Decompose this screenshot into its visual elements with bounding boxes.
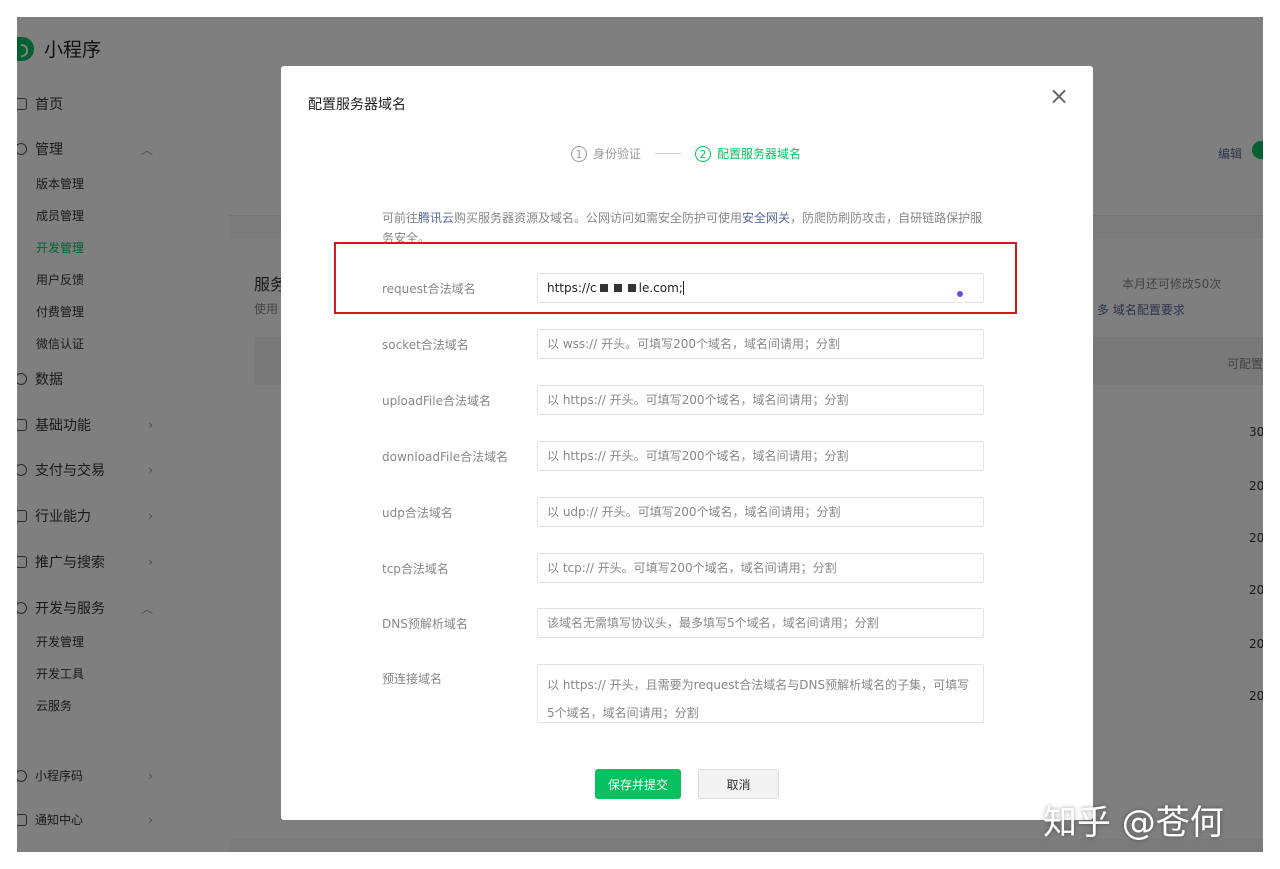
server-domain-dialog: 配置服务器域名 × 1 身份验证 2 配置服务器域名 可前往腾讯云购买服务器资源… [281, 66, 1093, 820]
preconnect-domain-input[interactable] [537, 664, 984, 723]
upload-domain-label: uploadFile合法域名 [382, 393, 491, 408]
tcp-domain-label: tcp合法域名 [382, 561, 449, 576]
tcp-domain-input[interactable] [537, 553, 984, 583]
socket-domain-row: socket合法域名 [382, 329, 984, 359]
step-divider [655, 153, 682, 154]
dns-domain-row: DNS预解析域名 [382, 608, 984, 638]
upload-domain-row: uploadFile合法域名 [382, 385, 984, 415]
step-identity: 1 身份验证 [571, 145, 641, 162]
step-label: 身份验证 [593, 147, 642, 161]
udp-domain-input[interactable] [537, 497, 984, 527]
annotation-highlight-box [334, 242, 1017, 314]
cancel-button[interactable]: 取消 [698, 769, 779, 799]
tencent-cloud-link[interactable]: 腾讯云 [418, 211, 454, 225]
download-domain-input[interactable] [537, 441, 984, 471]
save-submit-button[interactable]: 保存并提交 [595, 769, 681, 799]
dns-domain-input[interactable] [537, 608, 984, 638]
security-gateway-link[interactable]: 安全网关 [742, 211, 790, 225]
step-indicator: 1 身份验证 2 配置服务器域名 [571, 145, 801, 162]
watermark: 知乎 @苍何 [1043, 803, 1224, 843]
step-number: 2 [695, 145, 712, 162]
dns-domain-label: DNS预解析域名 [382, 616, 468, 631]
udp-domain-label: udp合法域名 [382, 505, 453, 520]
dialog-title: 配置服务器域名 [308, 97, 406, 113]
step-configure-domain: 2 配置服务器域名 [695, 145, 801, 162]
step-number: 1 [571, 145, 587, 162]
upload-domain-input[interactable] [537, 385, 984, 415]
notice-mid: 购买服务器资源及域名。公网访问如需安全防护可使用 [454, 211, 743, 225]
socket-domain-label: socket合法域名 [382, 337, 469, 352]
close-icon[interactable]: × [1049, 84, 1069, 108]
preconnect-domain-row: 预连接域名 [382, 664, 984, 723]
download-domain-row: downloadFile合法域名 [382, 441, 984, 471]
step-label: 配置服务器域名 [717, 147, 802, 161]
udp-domain-row: udp合法域名 [382, 497, 984, 527]
socket-domain-input[interactable] [537, 329, 984, 359]
download-domain-label: downloadFile合法域名 [382, 449, 509, 464]
tcp-domain-row: tcp合法域名 [382, 553, 984, 583]
notice-prefix: 可前往 [382, 211, 419, 225]
preconnect-domain-label: 预连接域名 [382, 672, 443, 686]
